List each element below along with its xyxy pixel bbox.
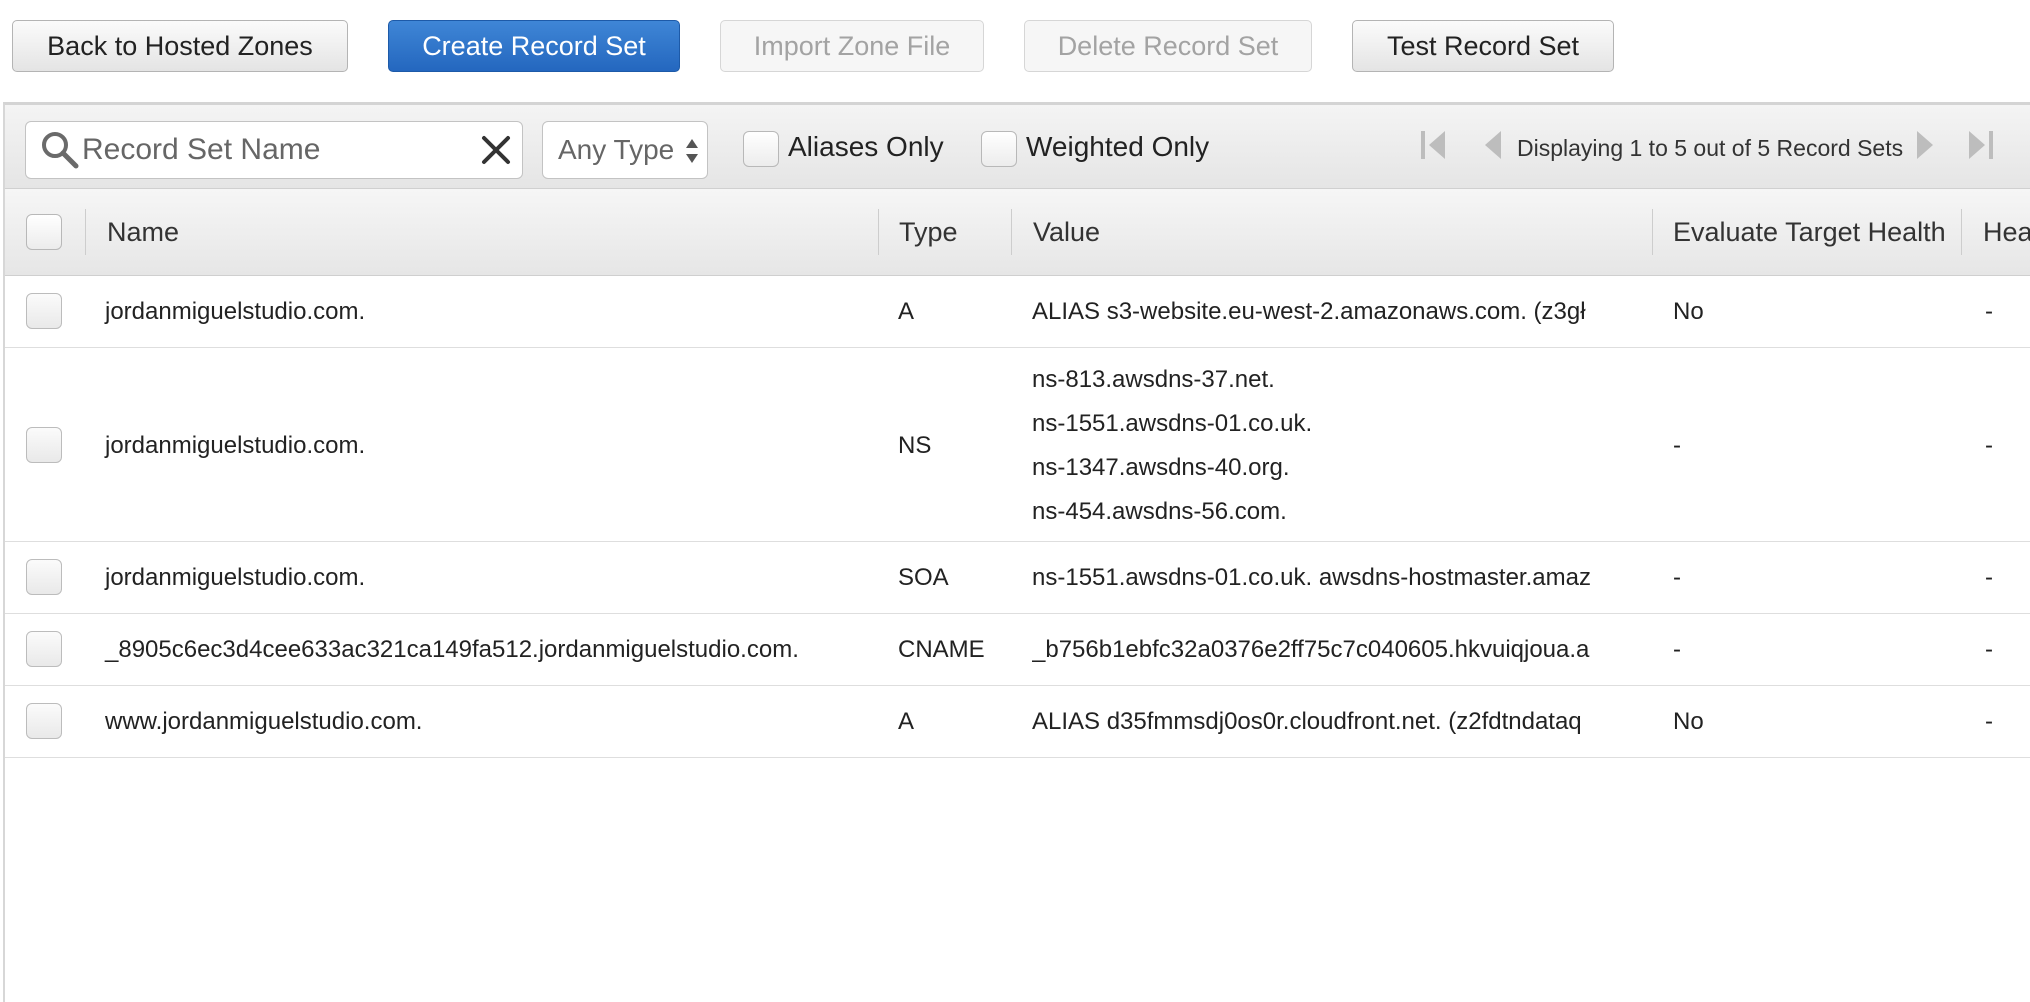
row-checkbox[interactable] <box>26 427 62 463</box>
aliases-only-label: Aliases Only <box>788 131 944 162</box>
import-zone-file-button[interactable]: Import Zone File <box>720 20 984 72</box>
record-type: SOA <box>898 564 949 591</box>
toolbar: Back to Hosted Zones Create Record Set I… <box>0 0 2030 100</box>
record-name: www.jordanmiguelstudio.com. <box>105 708 423 735</box>
evaluate-target-health-value: - <box>1673 564 1681 591</box>
record-type: CNAME <box>898 636 985 663</box>
weighted-only-label: Weighted Only <box>1026 131 1210 162</box>
record-value: ALIAS s3-website.eu-west-2.amazonaws.com… <box>1032 298 1586 325</box>
health-check-value: - <box>1985 708 1993 735</box>
next-page-icon[interactable] <box>1907 127 1943 163</box>
test-record-set-button[interactable]: Test Record Set <box>1352 20 1614 72</box>
search-icon <box>42 132 79 169</box>
record-name: jordanmiguelstudio.com. <box>105 298 366 325</box>
record-value: _b756b1ebfc32a0376e2ff75c7c040605.hkvuiq… <box>1032 636 1590 663</box>
health-check-value: - <box>1985 298 1993 325</box>
name-server-value: ns-1347.awsdns-40.org. <box>1032 454 1290 481</box>
record-name: jordanmiguelstudio.com. <box>105 564 366 591</box>
record-type: A <box>898 298 915 325</box>
evaluate-target-health-value: No <box>1673 298 1704 325</box>
table-row[interactable]: www.jordanmiguelstudio.com. A ALIAS d35f… <box>5 686 2030 758</box>
column-divider <box>85 209 86 255</box>
health-check-value: - <box>1985 432 1993 459</box>
row-checkbox[interactable] <box>26 703 62 739</box>
last-page-icon[interactable] <box>1963 127 1999 163</box>
record-value-list: ns-813.awsdns-37.net. ns-1551.awsdns-01.… <box>1032 348 1634 542</box>
row-checkbox[interactable] <box>26 631 62 667</box>
column-header-evaluate-target-health[interactable]: Evaluate Target Health <box>1673 217 1946 248</box>
updown-arrows-icon <box>686 139 698 163</box>
record-type-select[interactable]: Any Type <box>542 121 708 179</box>
column-divider <box>1961 209 1962 255</box>
record-value: ns-1551.awsdns-01.co.uk. awsdns-hostmast… <box>1032 564 1591 591</box>
pager-status: Displaying 1 to 5 out of 5 Record Sets <box>1517 135 1904 161</box>
record-set-name-input[interactable] <box>80 128 470 172</box>
column-header-health-check[interactable]: Hea <box>1983 217 2030 248</box>
table-row[interactable]: jordanmiguelstudio.com. A ALIAS s3-websi… <box>5 276 2030 348</box>
record-sets-panel: Any Type Aliases Only Weighted Only Disp… <box>3 102 2030 1002</box>
previous-page-icon[interactable] <box>1475 127 1511 163</box>
name-server-value: ns-813.awsdns-37.net. <box>1032 366 1275 393</box>
first-page-icon[interactable] <box>1415 127 1451 163</box>
aliases-only-checkbox[interactable] <box>743 131 779 167</box>
record-type-select-value: Any Type <box>558 134 675 165</box>
evaluate-target-health-value: - <box>1673 636 1681 663</box>
evaluate-target-health-value: - <box>1673 432 1681 459</box>
column-divider <box>1011 209 1012 255</box>
record-name: jordanmiguelstudio.com. <box>105 432 366 459</box>
column-divider <box>1652 209 1653 255</box>
column-header-name[interactable]: Name <box>107 217 179 248</box>
name-server-value: ns-1551.awsdns-01.co.uk. <box>1032 410 1313 437</box>
delete-record-set-button[interactable]: Delete Record Set <box>1024 20 1312 72</box>
table-row[interactable]: jordanmiguelstudio.com. SOA ns-1551.awsd… <box>5 542 2030 614</box>
search-box <box>25 121 523 179</box>
column-header-type[interactable]: Type <box>899 217 958 248</box>
row-checkbox[interactable] <box>26 293 62 329</box>
record-name: _8905c6ec3d4cee633ac321ca149fa512.jordan… <box>105 636 799 663</box>
record-value: ALIAS d35fmmsdj0os0r.cloudfront.net. (z2… <box>1032 708 1582 735</box>
table-header: Name Type Value Evaluate Target Health H… <box>5 189 2030 276</box>
health-check-value: - <box>1985 636 1993 663</box>
select-all-checkbox[interactable] <box>26 214 62 250</box>
filter-bar: Any Type Aliases Only Weighted Only Disp… <box>5 105 2030 189</box>
row-checkbox[interactable] <box>26 559 62 595</box>
evaluate-target-health-value: No <box>1673 708 1704 735</box>
weighted-only-checkbox[interactable] <box>981 131 1017 167</box>
column-header-value[interactable]: Value <box>1033 217 1100 248</box>
back-to-hosted-zones-button[interactable]: Back to Hosted Zones <box>12 20 348 72</box>
create-record-set-button[interactable]: Create Record Set <box>388 20 680 72</box>
column-divider <box>878 209 879 255</box>
record-type: A <box>898 708 915 735</box>
name-server-value: ns-454.awsdns-56.com. <box>1032 498 1287 525</box>
table-row[interactable]: _8905c6ec3d4cee633ac321ca149fa512.jordan… <box>5 614 2030 686</box>
health-check-value: - <box>1985 564 1993 591</box>
table-row[interactable]: jordanmiguelstudio.com. NS ns-813.awsdns… <box>5 348 2030 542</box>
clear-search-icon[interactable] <box>478 132 514 168</box>
record-type: NS <box>898 432 932 459</box>
